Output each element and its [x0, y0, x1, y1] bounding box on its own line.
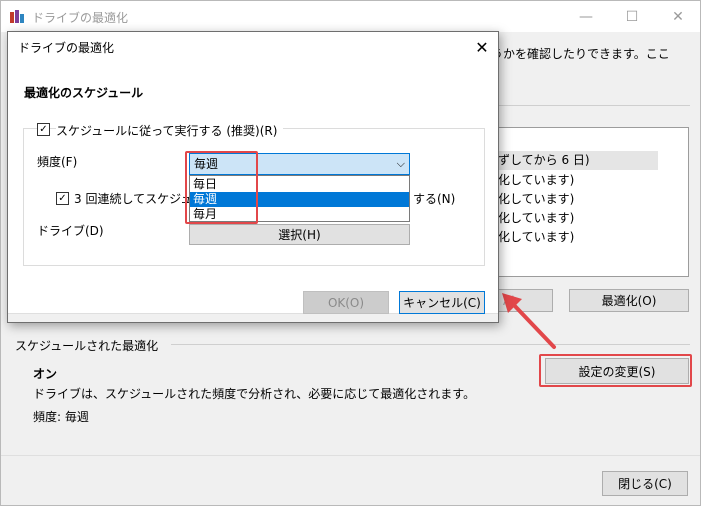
schedule-checkbox[interactable]: ✓: [37, 123, 50, 136]
frequency-label: 頻度(F): [37, 155, 78, 169]
scheduled-description: ドライブは、スケジュールされた頻度で分析され、必要に応じて最適化されます。: [33, 387, 476, 401]
maximize-icon[interactable]: ☐: [609, 1, 655, 32]
main-description: うかを確認したりできます。ここ: [491, 47, 670, 61]
cancel-button[interactable]: キャンセル(C): [399, 291, 485, 314]
close-window-icon[interactable]: ✕: [655, 1, 701, 32]
drive-label: ドライブ(D): [37, 224, 104, 238]
dialog-title: ドライブの最適化: [18, 41, 115, 55]
scheduled-frequency: 頻度: 毎週: [33, 410, 89, 424]
highlight-box: [539, 354, 692, 387]
drive-list-item[interactable]: ずしてから 6 日): [494, 151, 658, 170]
select-drive-button[interactable]: 選択(H): [189, 224, 410, 245]
divider: [171, 344, 690, 345]
close-icon[interactable]: ✕: [470, 35, 494, 59]
notify-checkbox[interactable]: ✓: [56, 192, 69, 205]
drive-list-item[interactable]: 化しています): [494, 228, 688, 247]
schedule-checkbox-label[interactable]: スケジュールに従って実行する (推奨)(R): [56, 122, 284, 139]
dialog-titlebar: ドライブの最適化 ✕: [8, 32, 498, 62]
drive-list-item[interactable]: 化しています): [494, 209, 688, 228]
schedule-dialog: ドライブの最適化 ✕ 最適化のスケジュール ✓ スケジュールに従って実行する (…: [7, 31, 499, 323]
close-button[interactable]: 閉じる(C): [602, 471, 688, 496]
main-window-title: ドライブの最適化: [32, 11, 129, 25]
optimize-button[interactable]: 最適化(O): [569, 289, 689, 312]
defrag-app-icon: [10, 10, 24, 23]
minimize-icon[interactable]: —: [563, 1, 609, 32]
footer-bar: [1, 455, 700, 505]
highlight-box: [185, 151, 258, 224]
main-titlebar: ドライブの最適化 — ☐ ✕: [1, 1, 700, 32]
notify-checkbox-label-end[interactable]: する(N): [413, 190, 455, 207]
ok-button[interactable]: OK(O): [303, 291, 389, 314]
dialog-section-title: 最適化のスケジュール: [24, 86, 144, 100]
drive-list-item[interactable]: 化しています): [494, 190, 688, 209]
scheduled-optimization-heading: スケジュールされた最適化: [15, 339, 159, 353]
drive-list-item[interactable]: 化しています): [494, 171, 688, 190]
drive-list[interactable]: ずしてから 6 日) 化しています) 化しています) 化しています) 化していま…: [493, 127, 689, 277]
scheduled-status: オン: [33, 367, 58, 381]
annotation-arrow-icon: [502, 293, 556, 349]
chevron-down-icon: ⌵: [396, 157, 405, 170]
